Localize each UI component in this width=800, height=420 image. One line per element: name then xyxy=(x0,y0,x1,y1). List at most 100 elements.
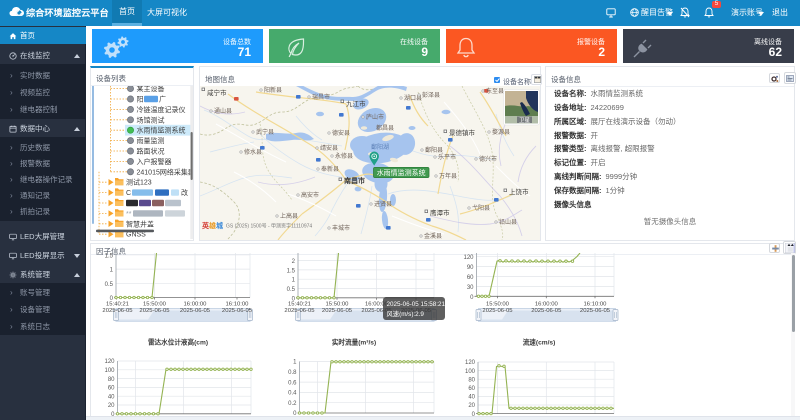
svg-text:德安县: 德安县 xyxy=(332,129,350,137)
svg-text:永修县: 永修县 xyxy=(335,152,353,160)
svg-text:智慧井盖: 智慧井盖 xyxy=(126,219,154,228)
svg-text:冷链温度记录仪: 冷链温度记录仪 xyxy=(137,105,186,114)
svg-text:1.5: 1.5 xyxy=(287,268,296,274)
svg-text:2025-06-05: 2025-06-05 xyxy=(580,308,611,314)
svg-text:乐平市: 乐平市 xyxy=(438,153,456,161)
svg-text:2025-06-05: 2025-06-05 xyxy=(284,308,315,314)
svg-text:风速(m/s):2.9: 风速(m/s):2.9 xyxy=(387,310,425,318)
svg-text:60: 60 xyxy=(467,275,474,281)
svg-text:15:50:00: 15:50:00 xyxy=(143,302,167,308)
svg-text:**: ** xyxy=(126,211,132,218)
svg-text:鄱阳县: 鄱阳县 xyxy=(425,146,443,154)
svg-text:2025-06-05: 2025-06-05 xyxy=(222,308,253,314)
svg-text:修水县: 修水县 xyxy=(244,148,262,156)
svg-text:60: 60 xyxy=(468,386,475,392)
svg-text:南昌市: 南昌市 xyxy=(344,176,365,185)
svg-text:90: 90 xyxy=(467,265,474,271)
svg-text:奉新县: 奉新县 xyxy=(321,165,339,173)
svg-text:0.5: 0.5 xyxy=(105,282,114,288)
svg-text:C: C xyxy=(126,190,131,197)
svg-text:20: 20 xyxy=(108,403,115,409)
svg-text:九江市: 九江市 xyxy=(346,99,366,108)
svg-text:改: 改 xyxy=(181,188,188,197)
svg-text:20: 20 xyxy=(468,403,475,409)
svg-text:流速(cm/s): 流速(cm/s) xyxy=(523,338,556,347)
svg-text:金溪县: 金溪县 xyxy=(424,232,442,240)
svg-text:120: 120 xyxy=(463,255,474,261)
svg-text:1: 1 xyxy=(293,360,297,366)
svg-text:万年县: 万年县 xyxy=(439,172,457,180)
svg-text:241015网络采集器: 241015网络采集器 xyxy=(137,167,194,176)
svg-text:通山县: 通山县 xyxy=(214,107,232,115)
svg-text:广: 广 xyxy=(159,95,166,104)
svg-text:上饶市: 上饶市 xyxy=(509,187,529,196)
svg-text:0: 0 xyxy=(470,295,474,301)
svg-text:15:40:21: 15:40:21 xyxy=(288,302,311,308)
svg-text:15:50:00: 15:50:00 xyxy=(486,302,510,308)
svg-text:丰城市: 丰城市 xyxy=(332,224,350,232)
svg-text:上高县: 上高县 xyxy=(280,212,298,220)
svg-text:1: 1 xyxy=(292,278,296,284)
svg-text:阳新县: 阳新县 xyxy=(264,86,282,94)
svg-text:2025-06-05: 2025-06-05 xyxy=(482,308,513,314)
svg-text:0.2: 0.2 xyxy=(288,401,297,407)
svg-text:40: 40 xyxy=(108,394,115,400)
svg-text:都昌县: 都昌县 xyxy=(376,124,394,132)
svg-text:0.5: 0.5 xyxy=(287,287,296,293)
svg-text:雨量监测: 雨量监测 xyxy=(137,136,165,145)
svg-text:路面状况: 路面状况 xyxy=(137,147,165,156)
svg-text:100: 100 xyxy=(104,368,115,374)
svg-text:16:10:00: 16:10:00 xyxy=(226,302,250,308)
svg-text:2025-06-05: 2025-06-05 xyxy=(102,308,133,314)
svg-text:0.8: 0.8 xyxy=(288,370,297,376)
svg-text:1.5: 1.5 xyxy=(105,253,114,259)
svg-text:卫星: 卫星 xyxy=(519,117,531,124)
svg-text:彭泽县: 彭泽县 xyxy=(422,91,440,99)
svg-text:庐山市: 庐山市 xyxy=(366,113,384,121)
svg-text:弋阳县: 弋阳县 xyxy=(472,204,490,212)
svg-text:2025-06-05: 2025-06-05 xyxy=(180,308,211,314)
svg-text:高安市: 高安市 xyxy=(301,191,319,199)
svg-text:鹰潭市: 鹰潭市 xyxy=(430,208,450,217)
svg-text:铅山县: 铅山县 xyxy=(499,218,517,226)
svg-text:婺源县: 婺源县 xyxy=(492,128,510,136)
svg-text:60: 60 xyxy=(108,386,115,392)
svg-text:15:50:00: 15:50:00 xyxy=(326,302,350,308)
svg-text:2025-06-05: 2025-06-05 xyxy=(139,308,170,314)
svg-text:GS (2025) 1500号 - 甲测资字11110974: GS (2025) 1500号 - 甲测资字11110974 xyxy=(226,223,312,230)
svg-text:场馆测试: 场馆测试 xyxy=(137,115,165,124)
svg-text:2: 2 xyxy=(292,259,296,265)
svg-text:80: 80 xyxy=(108,377,115,383)
svg-text:阳: 阳 xyxy=(137,95,144,104)
svg-text:16:10:00: 16:10:00 xyxy=(584,302,608,308)
svg-text:咸宁市: 咸宁市 xyxy=(207,88,227,97)
svg-text:瑞昌市: 瑞昌市 xyxy=(312,93,330,101)
svg-text:GNSS: GNSS xyxy=(126,232,146,239)
svg-text:测试123: 测试123 xyxy=(126,178,152,187)
svg-text:雷达水位计液高(cm): 雷达水位计液高(cm) xyxy=(148,338,208,347)
svg-text:0.6: 0.6 xyxy=(288,380,297,386)
svg-text:景德镇市: 景德镇市 xyxy=(449,128,476,137)
svg-text:0.4: 0.4 xyxy=(288,391,297,397)
svg-text:100: 100 xyxy=(465,369,476,375)
svg-text:16:00:00: 16:00:00 xyxy=(184,302,208,308)
svg-text:德兴市: 德兴市 xyxy=(479,155,497,163)
svg-text:1: 1 xyxy=(110,268,114,274)
svg-text:靖安县: 靖安县 xyxy=(320,144,338,152)
svg-text:30: 30 xyxy=(467,285,474,291)
svg-text:120: 120 xyxy=(104,359,115,365)
svg-text:实时流量(m³/s): 实时流量(m³/s) xyxy=(332,338,376,347)
svg-text:水雨情监测系统: 水雨情监测系统 xyxy=(377,168,426,177)
svg-text:武宁县: 武宁县 xyxy=(256,128,274,136)
svg-text:鄱阳湖: 鄱阳湖 xyxy=(371,143,389,151)
svg-text:英雄城: 英雄城 xyxy=(201,221,223,230)
svg-text:80: 80 xyxy=(468,377,475,383)
svg-text:某主设备: 某主设备 xyxy=(137,86,165,93)
svg-text:40: 40 xyxy=(468,395,475,401)
svg-text:120: 120 xyxy=(465,360,476,366)
svg-text:水雨情监测系统: 水雨情监测系统 xyxy=(137,126,186,135)
svg-text:进贤县: 进贤县 xyxy=(374,200,392,208)
svg-text:2025-06-05: 2025-06-05 xyxy=(531,308,562,314)
svg-text:入户报警器: 入户报警器 xyxy=(137,157,172,166)
svg-text:东至县: 东至县 xyxy=(486,87,504,95)
